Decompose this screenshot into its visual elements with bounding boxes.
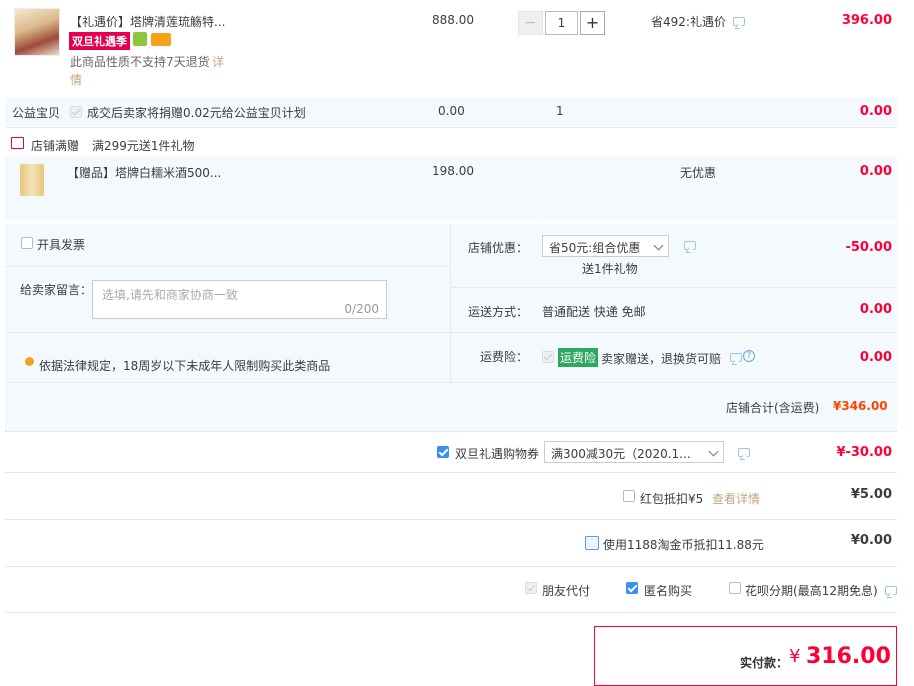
charity-text: 成交后卖家将捐赠0.02元给公益宝贝计划 — [87, 106, 306, 120]
product-thumbnail[interactable] — [14, 8, 60, 56]
item-total: 396.00 — [841, 13, 892, 28]
final-amount: 316.00 — [806, 644, 891, 669]
message-icon[interactable] — [730, 353, 742, 362]
coupon-select[interactable]: 满300减30元（2020.1... — [544, 441, 724, 463]
discount-info: 省492:礼遇价 — [651, 15, 726, 29]
gift-icon — [11, 137, 24, 149]
quantity-minus-button[interactable]: − — [518, 11, 543, 35]
anonymous-checkbox[interactable] — [626, 582, 638, 594]
redpacket-label[interactable]: 红包抵扣¥5 — [640, 490, 703, 507]
message-label: 给卖家留言： — [20, 283, 93, 297]
friend-pay-label: 朋友代付 — [542, 584, 591, 598]
coupon-select-value: 满300减30元（2020.1... — [551, 447, 691, 461]
redpacket-amount: ¥5.00 — [850, 487, 892, 502]
lightbulb-icon — [25, 357, 34, 366]
installment-checkbox[interactable] — [729, 582, 741, 594]
coupon-label[interactable]: 双旦礼遇购物券 — [455, 445, 539, 462]
charity-price: 0.00 — [438, 104, 465, 118]
gift-total: 0.00 — [859, 164, 892, 179]
card-icon — [151, 33, 171, 46]
quantity-plus-button[interactable]: + — [580, 11, 605, 35]
message-input[interactable]: 选填,请先和商家协商一致 0/200 — [92, 280, 387, 319]
charity-total: 0.00 — [859, 104, 892, 119]
shop-discount-label: 店铺优惠： — [468, 241, 529, 255]
gift-section-rule: 满299元送1件礼物 — [92, 139, 195, 153]
legal-note: 依据法律规定，18周岁以下未成年人限制购买此类商品 — [39, 359, 331, 373]
shop-discount-select[interactable]: 省50元:组合优惠 — [542, 235, 669, 257]
shop-discount-value: 省50元:组合优惠 — [549, 241, 641, 255]
charity-checkbox — [70, 106, 82, 118]
insurance-badge: 运费险 — [558, 348, 599, 367]
message-icon[interactable] — [684, 241, 696, 250]
message-icon[interactable] — [733, 17, 745, 26]
friend-pay-checkbox — [525, 582, 537, 594]
return-note: 此商品性质不支持7天退货 — [70, 55, 210, 69]
service-icon — [133, 32, 147, 46]
insurance-label: 运费险： — [480, 350, 529, 364]
final-label: 实付款： — [740, 656, 789, 670]
product-title[interactable]: 【礼遇价】塔牌清莲琉觞特... — [70, 13, 225, 30]
invoice-label[interactable]: 开具发票 — [37, 236, 85, 253]
gift-title[interactable]: 【赠品】塔牌白糯米酒500... — [67, 164, 221, 181]
detail-link[interactable]: 详 — [212, 53, 224, 70]
unit-price: 888.00 — [432, 13, 474, 27]
shop-discount-amount: -50.00 — [845, 240, 892, 255]
charity-label: 公益宝贝 — [12, 106, 61, 120]
anonymous-label[interactable]: 匿名购买 — [644, 582, 692, 599]
coupon-amount: ¥-30.00 — [836, 445, 892, 460]
chevron-down-icon — [653, 240, 664, 251]
chevron-down-icon — [708, 446, 719, 457]
charity-quantity: 1 — [556, 104, 564, 118]
invoice-checkbox[interactable] — [21, 237, 33, 249]
shipping-label: 运送方式： — [468, 305, 529, 319]
detail-link-2[interactable]: 情 — [70, 71, 82, 88]
taojinbi-checkbox[interactable] — [585, 536, 599, 550]
message-icon[interactable] — [738, 448, 750, 457]
help-icon[interactable]: ? — [743, 350, 755, 362]
quantity-input[interactable]: 1 — [545, 11, 578, 35]
gift-discount: 无优惠 — [680, 166, 717, 180]
installment-label[interactable]: 花呗分期(最高12期免息) — [745, 582, 878, 599]
shop-discount-sub: 送1件礼物 — [582, 262, 638, 276]
redpacket-checkbox[interactable] — [623, 490, 635, 502]
insurance-checkbox — [542, 351, 554, 363]
redpacket-details-link[interactable]: 查看详情 — [712, 490, 760, 507]
message-placeholder: 选填,请先和商家协商一致 — [102, 288, 238, 302]
taojinbi-label[interactable]: 使用1188淘金币抵扣11.88元 — [603, 536, 764, 553]
gift-thumbnail[interactable] — [20, 164, 44, 196]
taojinbi-amount: ¥0.00 — [850, 533, 892, 548]
shipping-value: 普通配送 快递 免邮 — [542, 305, 646, 319]
message-icon[interactable] — [885, 586, 897, 595]
shop-total-amount: ¥346.00 — [833, 399, 888, 413]
final-currency: ¥ — [789, 646, 801, 667]
message-counter: 0/200 — [344, 302, 379, 316]
insurance-text: 卖家赠送，退换货可赔 — [601, 352, 722, 366]
insurance-amount: 0.00 — [859, 350, 892, 365]
gift-price: 198.00 — [432, 164, 474, 178]
promo-badge: 双旦礼遇季 — [69, 32, 130, 50]
gift-section-title: 店铺满赠 — [31, 139, 80, 153]
coupon-checkbox[interactable] — [437, 446, 449, 458]
shop-total-label: 店铺合计(含运费) — [726, 401, 820, 415]
shipping-amount: 0.00 — [859, 302, 892, 317]
